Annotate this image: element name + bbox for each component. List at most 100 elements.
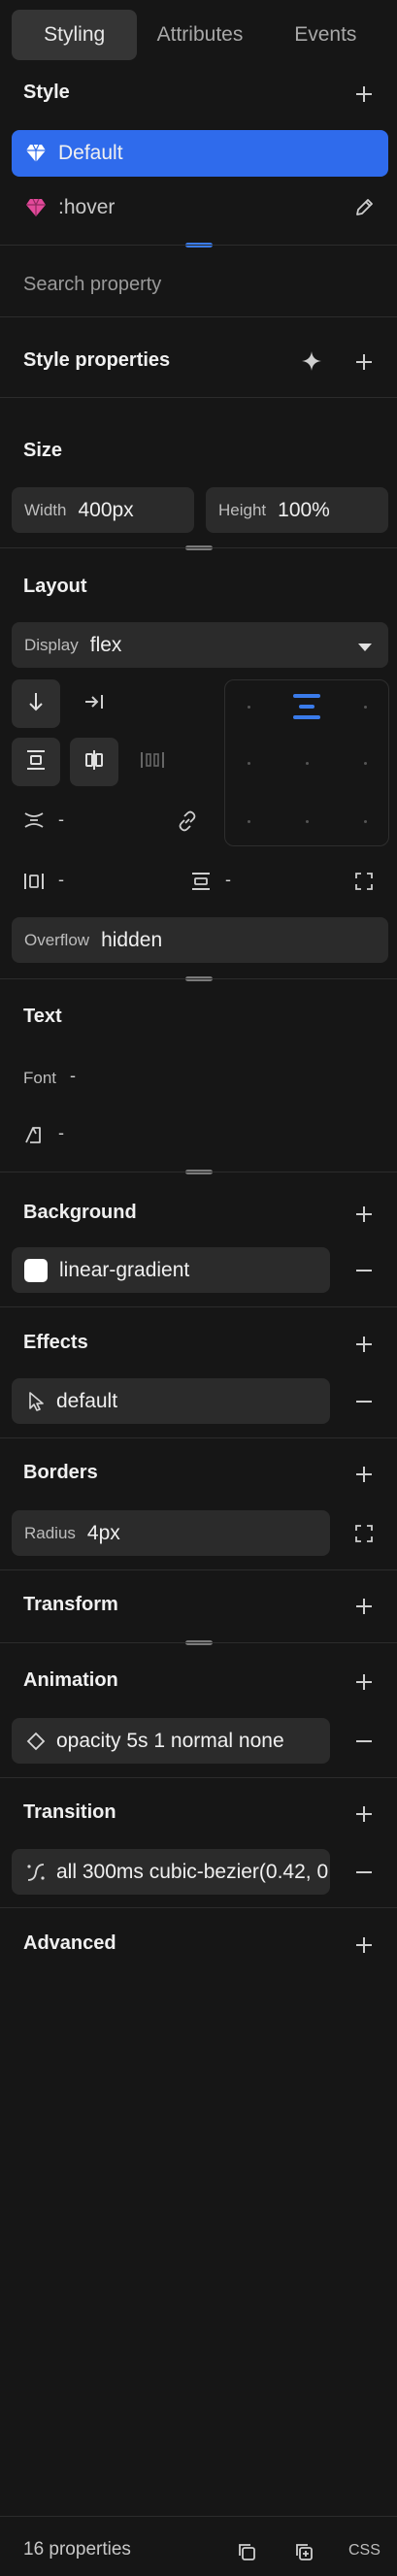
add-style-button[interactable] bbox=[354, 84, 374, 104]
background-layer[interactable]: linear-gradient bbox=[12, 1247, 330, 1293]
arrow-right-bar-icon bbox=[83, 692, 105, 716]
arrow-down-icon bbox=[26, 691, 46, 717]
gem-icon bbox=[25, 197, 47, 218]
wrap-button[interactable] bbox=[70, 679, 118, 728]
divider bbox=[0, 1642, 397, 1643]
style-item-hover[interactable]: :hover bbox=[12, 184, 388, 231]
overflow-value: hidden bbox=[101, 928, 163, 951]
gap-icon bbox=[23, 811, 45, 834]
display-label: Display bbox=[24, 635, 79, 654]
style-section-title: Style bbox=[23, 82, 70, 103]
add-background-button[interactable] bbox=[354, 1205, 374, 1224]
add-advanced-button[interactable] bbox=[354, 1935, 374, 1955]
direction-column-button[interactable] bbox=[12, 679, 60, 728]
tab-events[interactable]: Events bbox=[263, 10, 388, 60]
grid-dot[interactable] bbox=[364, 706, 367, 709]
font-label: Font bbox=[23, 1069, 57, 1087]
expand-corners-icon[interactable] bbox=[354, 872, 374, 896]
radius-value: 4px bbox=[86, 1521, 120, 1544]
property-count: 16 properties bbox=[23, 2539, 131, 2559]
remove-effect-button[interactable] bbox=[354, 1392, 374, 1411]
remove-animation-button[interactable] bbox=[354, 1732, 374, 1751]
text-style-value[interactable]: - bbox=[58, 1123, 64, 1143]
remove-transition-button[interactable] bbox=[354, 1863, 374, 1882]
add-style-property-button[interactable] bbox=[354, 352, 374, 372]
style-item-label: :hover bbox=[58, 196, 116, 218]
style-item-default[interactable]: Default bbox=[12, 130, 388, 177]
tab-styling[interactable]: Styling bbox=[12, 10, 138, 60]
gap-value[interactable]: - bbox=[58, 809, 64, 830]
cursor-pointer-icon bbox=[25, 1391, 47, 1412]
diamond-icon bbox=[25, 1731, 47, 1752]
grid-dot[interactable] bbox=[248, 762, 250, 765]
grid-dot[interactable] bbox=[306, 820, 309, 823]
align-active-icon[interactable] bbox=[289, 692, 324, 726]
font-value[interactable]: - bbox=[70, 1066, 76, 1086]
margin-icon bbox=[190, 872, 212, 896]
add-border-button[interactable] bbox=[354, 1465, 374, 1484]
radius-label: Radius bbox=[24, 1523, 76, 1542]
chevron-down-icon bbox=[357, 640, 373, 657]
background-section-title: Background bbox=[23, 1202, 137, 1223]
css-button[interactable]: CSS bbox=[348, 2542, 380, 2559]
effect-value: default bbox=[56, 1389, 118, 1412]
tab-bar: Styling Attributes Events bbox=[12, 10, 388, 60]
padding-icon bbox=[23, 872, 45, 896]
edit-pencil-icon[interactable] bbox=[353, 197, 375, 223]
add-transform-button[interactable] bbox=[354, 1597, 374, 1616]
animation-value: opacity 5s 1 normal none bbox=[56, 1729, 284, 1752]
effects-section-title: Effects bbox=[23, 1332, 88, 1353]
color-swatch[interactable] bbox=[24, 1258, 48, 1282]
style-properties-title: Style properties bbox=[23, 349, 171, 371]
grid-dot[interactable] bbox=[248, 820, 250, 823]
divider bbox=[0, 1306, 397, 1307]
copy-icon[interactable] bbox=[237, 2542, 256, 2566]
distribute-button[interactable] bbox=[128, 738, 177, 786]
align-center-button[interactable] bbox=[12, 738, 60, 786]
link-icon[interactable] bbox=[177, 810, 198, 837]
width-field[interactable]: Width 400px bbox=[12, 487, 194, 533]
justify-center-button[interactable] bbox=[70, 738, 118, 786]
background-value: linear-gradient bbox=[59, 1258, 190, 1281]
add-transition-button[interactable] bbox=[354, 1804, 374, 1824]
transition-layer[interactable]: all 300ms cubic-bezier(0.42, 0 bbox=[12, 1849, 330, 1895]
radius-field[interactable]: Radius 4px bbox=[12, 1510, 330, 1556]
transform-section-title: Transform bbox=[23, 1594, 118, 1615]
add-effect-button[interactable] bbox=[354, 1335, 374, 1354]
grid-dot[interactable] bbox=[364, 762, 367, 765]
width-label: Width bbox=[24, 500, 67, 519]
gem-icon bbox=[25, 143, 47, 164]
paste-add-icon[interactable] bbox=[294, 2542, 314, 2566]
sparkle-icon[interactable] bbox=[301, 350, 322, 377]
add-animation-button[interactable] bbox=[354, 1672, 374, 1692]
divider bbox=[0, 2516, 397, 2517]
size-section-title: Size bbox=[23, 440, 63, 461]
display-value: flex bbox=[89, 633, 122, 656]
divider bbox=[0, 397, 397, 398]
margin-value[interactable]: - bbox=[225, 870, 231, 890]
display-select[interactable]: Display flex bbox=[12, 622, 388, 668]
height-label: Height bbox=[218, 500, 267, 519]
text-style-icon bbox=[23, 1124, 45, 1150]
grid-dot[interactable] bbox=[364, 820, 367, 823]
expand-corners-icon[interactable] bbox=[354, 1524, 374, 1548]
padding-value[interactable]: - bbox=[58, 870, 64, 890]
divider bbox=[0, 1907, 397, 1908]
layout-section-title: Layout bbox=[23, 576, 87, 597]
animation-layer[interactable]: opacity 5s 1 normal none bbox=[12, 1718, 330, 1764]
remove-background-button[interactable] bbox=[354, 1261, 374, 1280]
align-horizontal-center-icon bbox=[83, 749, 105, 776]
divider bbox=[0, 1777, 397, 1778]
text-section-title: Text bbox=[23, 1006, 62, 1027]
alignment-grid[interactable] bbox=[224, 679, 389, 846]
effect-layer[interactable]: default bbox=[12, 1378, 330, 1424]
grid-dot[interactable] bbox=[306, 762, 309, 765]
height-field[interactable]: Height 100% bbox=[206, 487, 388, 533]
width-value: 400px bbox=[78, 498, 134, 521]
search-input[interactable] bbox=[23, 268, 373, 301]
grid-dot[interactable] bbox=[248, 706, 250, 709]
overflow-select[interactable]: Overflow hidden bbox=[12, 917, 388, 963]
divider bbox=[0, 316, 397, 317]
borders-section-title: Borders bbox=[23, 1462, 98, 1483]
tab-attributes[interactable]: Attributes bbox=[137, 10, 262, 60]
